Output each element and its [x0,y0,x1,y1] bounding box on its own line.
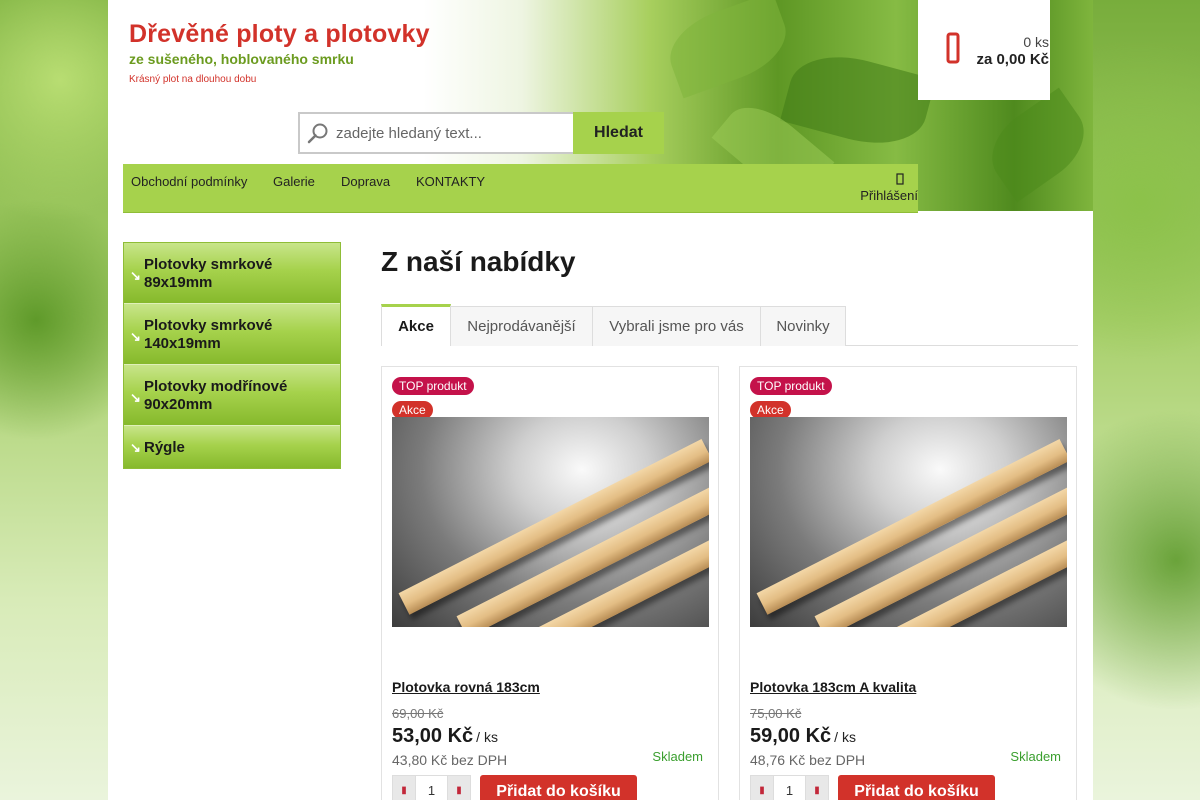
tab-akce[interactable]: Akce [381,304,451,346]
search-form: Hledat [298,112,664,154]
arrow-icon: ↘ [130,440,141,455]
price-unit: / ks [834,729,856,745]
user-icon [860,173,904,188]
main-nav: Obchodní podmínky Galerie Doprava KONTAK… [123,164,918,213]
nav-item-kontakty[interactable]: KONTAKTY [416,174,485,189]
search-button[interactable]: Hledat [573,112,664,154]
quantity-stepper: ▮ ▮ [392,775,471,800]
arrow-icon: ↘ [130,268,141,283]
increase-quantity-button[interactable]: ▮ [806,776,828,800]
login-link[interactable]: Přihlášení [860,173,918,203]
product-card: TOP produkt Akce Plotovka 183cm A kvalit… [739,366,1077,800]
category-item-plotovky-modrinove-90x20[interactable]: ↘ Plotovky modřínové 90x20mm [124,365,340,426]
top-product-badge: TOP produkt [750,377,832,395]
arrow-icon: ↘ [130,390,141,405]
product-name-link[interactable]: Plotovka rovná 183cm [392,679,540,695]
search-box [298,112,573,154]
nav-item-obchodni-podminky[interactable]: Obchodní podmínky [131,174,247,189]
logo-tagline: Krásný plot na dlouhou dobu [129,74,257,85]
quantity-input[interactable] [773,776,806,800]
cart-widget[interactable]: 0 ks za 0,00 Kč [918,0,1050,100]
category-label: Plotovky smrkové 140x19mm [144,317,273,352]
top-product-badge: TOP produkt [392,377,474,395]
search-icon [300,122,336,144]
arrow-icon: ↘ [130,329,141,344]
cart-icon [946,32,960,73]
product-name-link[interactable]: Plotovka 183cm A kvalita [750,679,916,695]
nav-item-doprava[interactable]: Doprava [341,174,390,189]
add-to-cart-button[interactable]: Přidat do košíku [838,775,995,800]
header: Dřevěné ploty a plotovky ze sušeného, ho… [108,0,1100,213]
quantity-input[interactable] [415,776,448,800]
price-unit: / ks [476,729,498,745]
price: 59,00 Kč / ks [750,725,856,748]
price-value: 53,00 Kč [392,725,474,747]
category-sidebar: ↘ Plotovky smrkové 89x19mm ↘ Plotovky sm… [123,242,341,469]
category-item-plotovky-smrkove-89x19[interactable]: ↘ Plotovky smrkové 89x19mm [124,243,340,304]
category-label: Plotovky smrkové 89x19mm [144,256,273,291]
stock-status: Skladem [652,749,703,764]
tab-novinky[interactable]: Novinky [760,306,846,346]
quantity-stepper: ▮ ▮ [750,775,829,800]
stock-status: Skladem [1010,749,1061,764]
product-tabs: Akce Nejprodávanější Vybrali jsme pro vá… [381,304,1078,346]
page-wrapper: Dřevěné ploty a plotovky ze sušeného, ho… [108,0,1100,800]
net-price: 48,76 Kč bez DPH [750,752,866,768]
logo-subtitle: ze sušeného, hoblovaného smrku [129,51,354,67]
search-input[interactable] [336,124,566,142]
page-title: Z naší nabídky [381,246,576,277]
tab-vybrali-jsme-pro-vas[interactable]: Vybrali jsme pro vás [592,306,761,346]
category-label: Plotovky modřínové 90x20mm [144,378,288,413]
increase-quantity-button[interactable]: ▮ [448,776,470,800]
price-value: 59,00 Kč [750,725,832,747]
product-card: TOP produkt Akce Plotovka rovná 183cm 69… [381,366,719,800]
price: 53,00 Kč / ks [392,725,498,748]
nav-item-galerie[interactable]: Galerie [273,174,315,189]
category-item-plotovky-smrkove-140x19[interactable]: ↘ Plotovky smrkové 140x19mm [124,304,340,365]
product-image[interactable] [392,417,709,627]
tab-nejprodavanejsi[interactable]: Nejprodávanější [450,306,593,346]
category-label: Rýgle [144,439,185,456]
net-price: 43,80 Kč bez DPH [392,752,508,768]
logo-title: Dřevěné ploty a plotovky [129,20,430,48]
add-to-cart-button[interactable]: Přidat do košíku [480,775,637,800]
cart-count: 0 ks [1023,34,1049,50]
old-price: 75,00 Kč [750,706,802,721]
decrease-quantity-button[interactable]: ▮ [393,776,415,800]
old-price: 69,00 Kč [392,706,444,721]
cart-total: za 0,00 Kč [976,51,1049,68]
login-label: Přihlášení [860,188,918,203]
decrease-quantity-button[interactable]: ▮ [751,776,773,800]
product-image[interactable] [750,417,1067,627]
category-item-rygle[interactable]: ↘ Rýgle [124,426,340,468]
